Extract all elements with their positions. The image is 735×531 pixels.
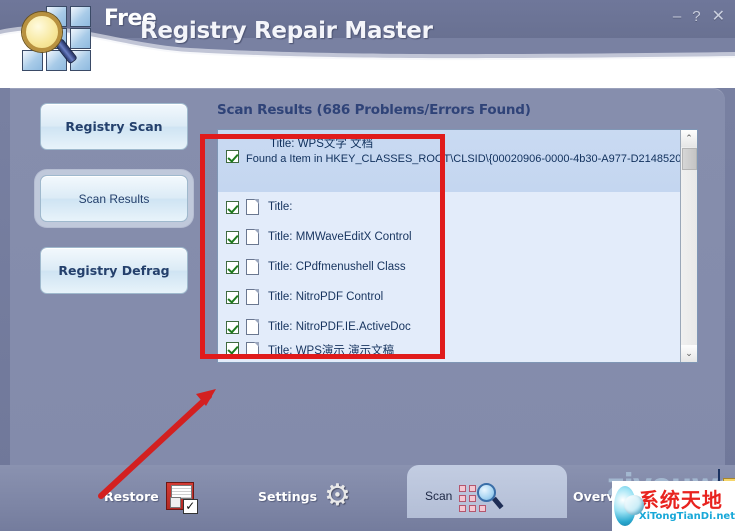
sidebar-item-registry-scan[interactable]: Registry Scan [40,103,188,150]
list-item-label: Title: [268,201,293,213]
row-checkbox[interactable] [226,231,239,244]
row-checkbox[interactable] [226,321,239,334]
toolbar-item-restore[interactable]: Restore ✓ [104,477,194,515]
sidebar-item-registry-defrag[interactable]: Registry Defrag [40,247,188,294]
document-icon [246,319,259,335]
toolbar-item-label: Settings [258,489,317,504]
row-checkbox[interactable] [226,261,239,274]
row-checkbox[interactable] [226,291,239,304]
watermark-domain-text: XiTongTianDi.net [639,511,735,523]
toolbar-item-settings[interactable]: Settings ⚙ [258,477,354,515]
document-icon [246,199,259,215]
toolbar-item-label: Scan [425,489,452,503]
list-item-label: Title: WPS演示 演示文稿 [268,342,394,358]
list-item-title: Title: WPS文字 文档 [270,135,680,151]
list-item-label: Title: CPdfmenushell Class [268,261,406,273]
list-item[interactable]: Title: WPS演示 演示文稿 [218,342,680,360]
magnifier-lens-icon [22,12,62,52]
toolbar-item-label: Restore [104,489,159,504]
list-item[interactable]: Title: NitroPDF.IE.ActiveDoc [218,312,680,342]
list-item[interactable]: Title: NitroPDF Control [218,282,680,312]
main-panel: Registry Scan Scan Results Registry Defr… [10,88,725,465]
page-title: Scan Results (686 Problems/Errors Found) [217,102,531,118]
floppy-save-icon: ✓ [166,482,194,510]
scroll-down-icon[interactable]: ⌄ [681,345,697,362]
list-item-label: Title: NitroPDF.IE.ActiveDoc [268,321,411,333]
sidebar-item-scan-results[interactable]: Scan Results [40,175,188,222]
document-icon [246,229,259,245]
document-icon [246,259,259,275]
list-item[interactable]: Title: [218,192,680,222]
site-watermark: 系统天地 XiTongTianDi.net [612,481,735,531]
list-item-label: Title: NitroPDF Control [268,291,383,303]
watermark-chinese-text: 系统天地 [639,489,735,511]
checkmark-badge-icon: ✓ [183,499,198,514]
watermark-logo-icon [614,486,636,526]
sidebar-item-label: Registry Scan [65,119,162,134]
list-item[interactable]: Title: CPdfmenushell Class [218,252,680,282]
scan-results-list[interactable]: Title: WPS文字 文档 Found a Item in HKEY_CLA… [217,129,698,363]
brand-title: Registry Repair Master [140,18,433,44]
toolbar-item-scan[interactable]: Scan [425,477,497,515]
scrollbar-thumb[interactable] [682,148,697,170]
list-scrollbar[interactable]: ⌃ ⌄ [680,130,697,362]
row-checkbox[interactable] [226,342,239,355]
document-icon [246,342,259,358]
list-item-label: Title: MMWaveEditX Control [268,231,412,243]
document-icon [246,289,259,305]
application-window: – ? ✕ Free Registry Repair Master Reg [0,0,735,531]
sidebar-item-label: Registry Defrag [58,263,169,278]
row-checkbox[interactable] [226,201,239,214]
scroll-up-icon[interactable]: ⌃ [681,130,697,147]
list-item[interactable]: Title: MMWaveEditX Control [218,222,680,252]
list-item-selected[interactable]: Title: WPS文字 文档 Found a Item in HKEY_CLA… [218,130,680,192]
scan-results-list-inner: Title: WPS文字 文档 Found a Item in HKEY_CLA… [218,130,680,362]
sidebar-item-label: Scan Results [79,192,150,206]
app-logo-icon [18,4,104,70]
row-checkbox[interactable] [226,150,239,163]
scan-magnifier-icon [459,481,497,511]
gear-icon: ⚙ [324,481,354,511]
header-band: Free Registry Repair Master [0,0,735,88]
list-item-description: Found a Item in HKEY_CLASSES_ROOT\CLSID\… [246,153,680,166]
